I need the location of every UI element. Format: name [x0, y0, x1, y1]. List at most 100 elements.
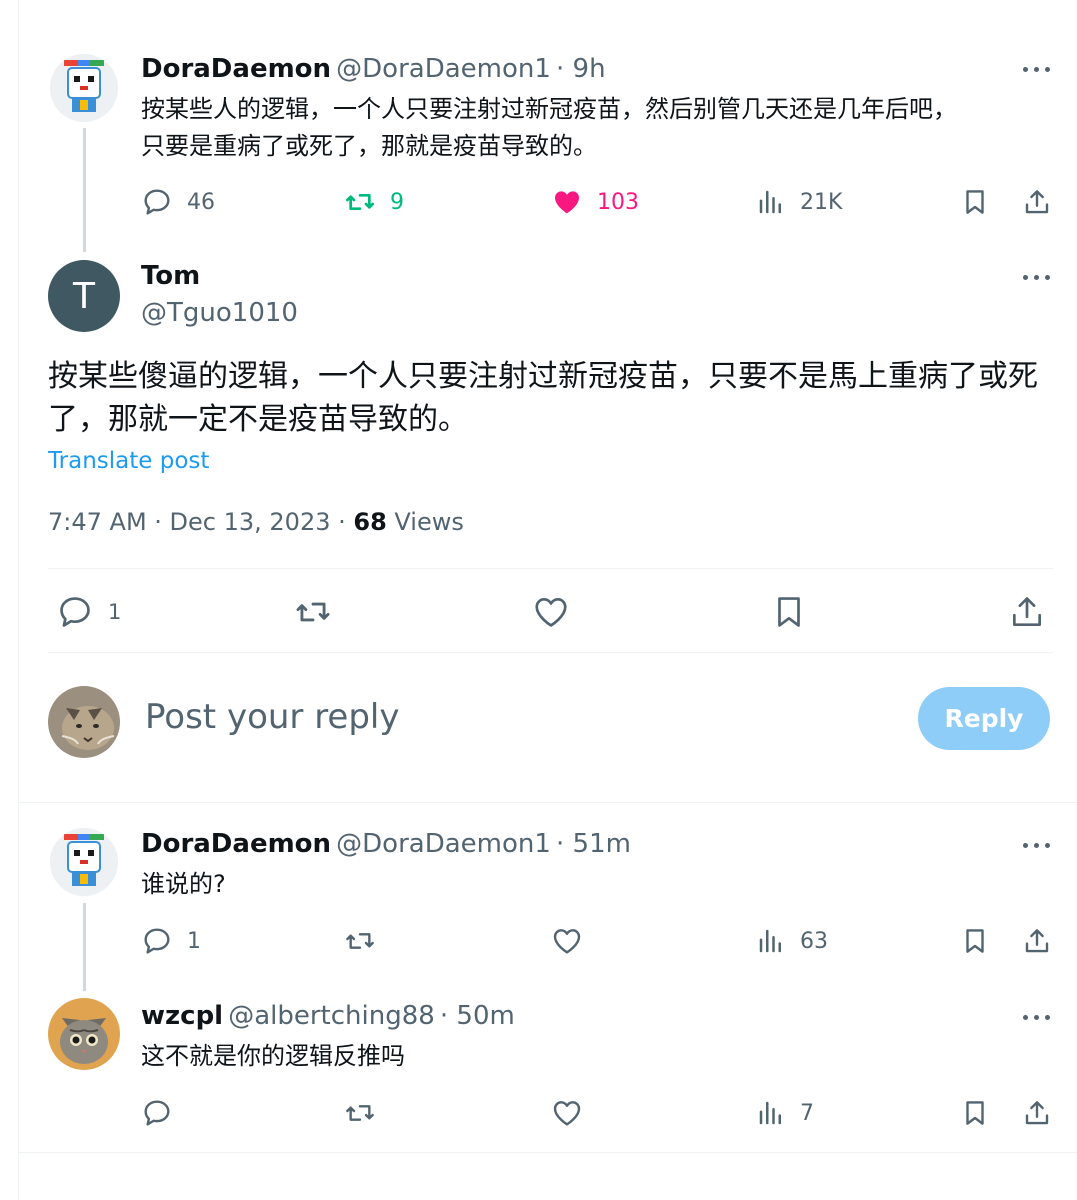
views-button[interactable]: 63: [756, 925, 828, 957]
share-button[interactable]: [1022, 186, 1052, 218]
bookmark-button[interactable]: [960, 925, 990, 957]
post-text-line: 了，那就一定不是疫苗导致的。: [48, 402, 468, 437]
like-button[interactable]: [551, 925, 583, 957]
bookmark-icon: [966, 1101, 984, 1125]
views-button[interactable]: 21K: [756, 186, 842, 218]
reply-count: 46: [187, 189, 215, 215]
robot-avatar-icon: [50, 828, 118, 896]
avatar[interactable]: T: [48, 260, 120, 332]
share-button[interactable]: [1022, 1097, 1052, 1129]
tweet-text-line: 只要是重病了或死了，那就是疫苗导致的。: [141, 132, 597, 160]
like-button[interactable]: 103: [551, 186, 639, 218]
reply-submit-button[interactable]: Reply: [918, 687, 1050, 750]
reply-count: 1: [187, 928, 201, 954]
thread-connector: [83, 128, 86, 252]
like-button[interactable]: [532, 593, 570, 631]
more-options-icon[interactable]: [1023, 840, 1053, 850]
post-text-line: 按某些傻逼的逻辑，一个人只要注射过新冠疫苗，只要不是馬上重病了或死: [48, 359, 1038, 394]
user-handle[interactable]: @Tguo1010: [141, 298, 298, 328]
more-options-icon[interactable]: [1023, 64, 1053, 74]
views-button[interactable]: 7: [756, 1097, 814, 1129]
user-handle[interactable]: @albertching88: [228, 1001, 435, 1031]
share-button[interactable]: [1022, 925, 1052, 957]
post-timestamp[interactable]: 7:47 AM · Dec 13, 2023 ·: [48, 508, 353, 536]
divider: [19, 802, 1077, 803]
share-button[interactable]: [1008, 593, 1046, 631]
reply-icon: [144, 189, 170, 215]
avatar[interactable]: [50, 54, 118, 122]
reply-button[interactable]: [141, 1097, 173, 1129]
tweet-text: 这不就是你的逻辑反推吗: [141, 1042, 405, 1070]
divider: [48, 652, 1053, 653]
tweet-header: wzcpl @albertching88 · 50m: [141, 1001, 515, 1031]
heart-filled-icon: [555, 191, 579, 214]
reply-button[interactable]: 1: [141, 925, 201, 957]
analytics-icon: [759, 929, 781, 953]
view-count: 21K: [800, 189, 843, 215]
display-name[interactable]: Tom: [141, 261, 200, 291]
retweet-icon: [346, 933, 374, 949]
share-icon: [1025, 929, 1049, 953]
bookmark-button[interactable]: [770, 593, 808, 631]
reply-button[interactable]: 46: [141, 186, 215, 218]
bookmark-icon: [966, 929, 984, 953]
analytics-icon: [759, 190, 781, 214]
share-icon: [1012, 597, 1042, 627]
reply-icon: [60, 597, 90, 627]
retweet-icon: [346, 1105, 374, 1121]
translate-link[interactable]: Translate post: [48, 448, 209, 474]
more-options-icon[interactable]: [1023, 1012, 1053, 1022]
bookmark-button[interactable]: [960, 186, 990, 218]
share-icon: [1025, 190, 1049, 214]
heart-icon: [553, 1101, 581, 1126]
display-name[interactable]: DoraDaemon: [141, 54, 331, 84]
views-count: 68: [353, 508, 387, 536]
retweet-icon: [296, 602, 330, 622]
retweet-button[interactable]: 9: [344, 186, 404, 218]
robot-avatar-icon: [50, 54, 118, 122]
tweet-header: DoraDaemon @DoraDaemon1 · 51m: [141, 829, 631, 859]
retweet-icon: [346, 194, 374, 210]
bookmark-icon: [778, 597, 800, 627]
bobcat-avatar-icon: [48, 686, 120, 758]
views-label: Views: [386, 508, 464, 536]
reply-count: 1: [108, 600, 122, 624]
reply-input[interactable]: Post your reply: [145, 697, 400, 737]
avatar[interactable]: [50, 828, 118, 896]
tweet-header: DoraDaemon @DoraDaemon1 · 9h: [141, 54, 606, 84]
analytics-icon: [759, 1101, 781, 1125]
post-meta: 7:47 AM · Dec 13, 2023 · 68 Views: [48, 508, 464, 536]
heart-icon: [535, 597, 567, 627]
timestamp[interactable]: · 50m: [440, 1001, 515, 1031]
divider: [19, 1152, 1077, 1153]
avatar[interactable]: [48, 686, 120, 758]
avatar[interactable]: [48, 998, 120, 1070]
reply-button-label: Reply: [944, 704, 1024, 733]
bookmark-button[interactable]: [960, 1097, 990, 1129]
post-text: 按某些傻逼的逻辑，一个人只要注射过新冠疫苗，只要不是馬上重病了或死 了，那就一定…: [48, 355, 1038, 441]
share-icon: [1025, 1101, 1049, 1125]
reply-icon: [144, 928, 170, 954]
heart-icon: [553, 929, 581, 954]
user-handle[interactable]: @DoraDaemon1: [336, 54, 551, 84]
view-count: 63: [800, 928, 828, 954]
thread-connector: [83, 903, 86, 991]
tweet-text-line: 按某些人的逻辑，一个人只要注射过新冠疫苗，然后别管几天还是几年后吧，: [141, 95, 957, 123]
divider: [48, 568, 1053, 569]
retweet-button[interactable]: [344, 925, 376, 957]
reply-button[interactable]: 1: [56, 593, 121, 631]
retweet-button[interactable]: [344, 1097, 376, 1129]
more-options-icon[interactable]: [1023, 272, 1053, 282]
timestamp[interactable]: · 51m: [556, 829, 631, 859]
display-name[interactable]: DoraDaemon: [141, 829, 331, 859]
cat-avatar-icon: [48, 998, 120, 1070]
bookmark-icon: [966, 190, 984, 214]
retweet-count: 9: [390, 189, 404, 215]
user-handle[interactable]: @DoraDaemon1: [336, 829, 551, 859]
timestamp[interactable]: · 9h: [556, 54, 606, 84]
retweet-button[interactable]: [294, 593, 332, 631]
tweet-text: 谁说的?: [141, 870, 226, 898]
avatar-letter: T: [73, 275, 95, 317]
like-button[interactable]: [551, 1097, 583, 1129]
display-name[interactable]: wzcpl: [141, 1001, 223, 1031]
